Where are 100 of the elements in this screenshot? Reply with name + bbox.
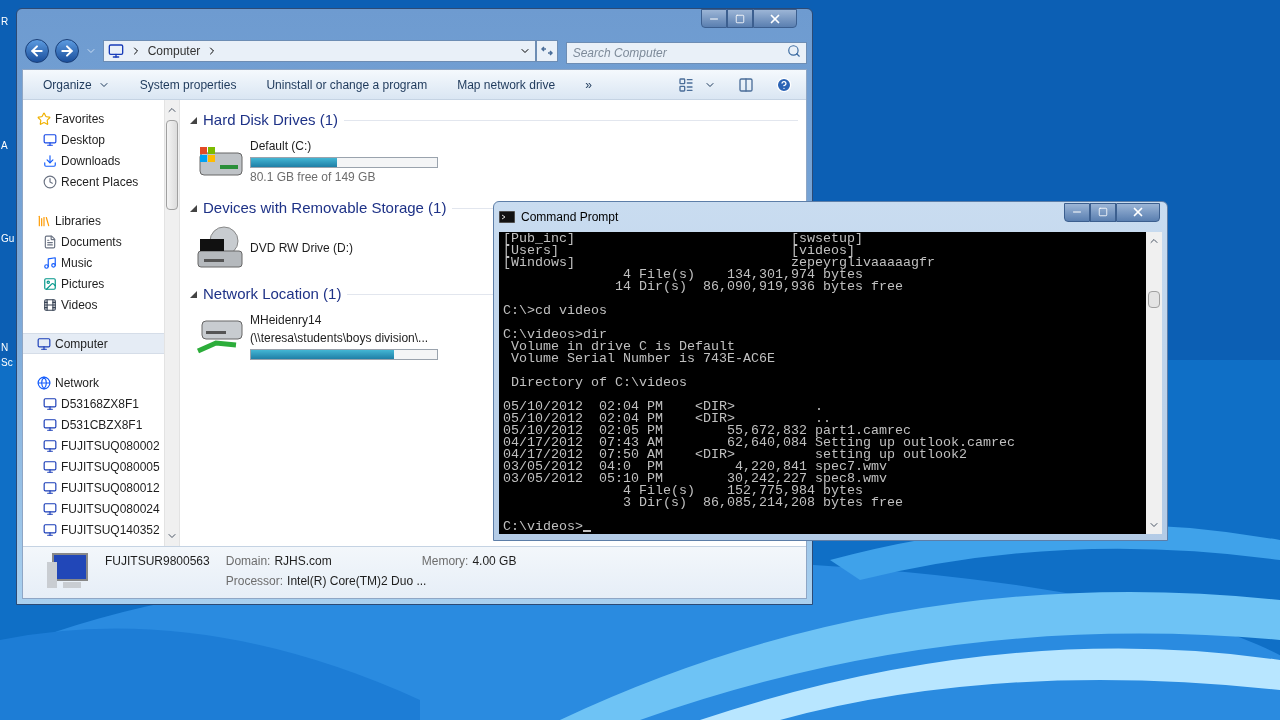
scroll-thumb[interactable]: [166, 120, 178, 210]
computer-icon: [43, 522, 57, 537]
minimize-button[interactable]: [701, 9, 727, 28]
console-icon: [499, 211, 515, 223]
search-icon: [787, 44, 801, 58]
console-line: [Pub_inc] [swsetup]: [503, 233, 863, 245]
back-button[interactable]: [25, 39, 49, 63]
nav-item[interactable]: Network: [23, 372, 164, 393]
drive-name[interactable]: Default (C:): [250, 136, 438, 155]
console-line: C:\videos>dir: [503, 329, 607, 341]
desktop-icon-label: Gu: [1, 233, 15, 245]
console-line: 03/05/2012 05:10 PM 30,242,227 spec8.wmv: [503, 473, 887, 485]
console-line: 05/10/2012 02:04 PM <DIR> ..: [503, 413, 831, 425]
console-line: 4 File(s) 152,775,984 bytes: [621, 485, 863, 497]
nav-item[interactable]: Documents: [23, 231, 164, 252]
console-line: 04/17/2012 07:50 AM <DIR> setting up outlook2: [503, 449, 967, 461]
group-heading: Network Location (1): [203, 283, 342, 304]
search-field[interactable]: Search Computer: [565, 42, 807, 64]
nav-item[interactable]: FUJITSUQ080024: [23, 498, 164, 519]
nav-item[interactable]: Downloads: [23, 150, 164, 171]
toolbar-button[interactable]: »: [583, 72, 594, 97]
refresh-button[interactable]: [535, 40, 558, 62]
toolbar-button[interactable]: Map network drive: [455, 72, 558, 97]
text-cursor: [583, 530, 591, 532]
field-value: Intel(R) Core(TM)2 Duo ...: [287, 573, 427, 590]
music-note-icon: [43, 255, 57, 270]
nav-item[interactable]: FUJITSUQ140352: [23, 519, 164, 540]
drive-name[interactable]: MHeidenry14: [250, 310, 438, 329]
nav-item[interactable]: Pictures: [23, 273, 164, 294]
nav-item[interactable]: FUJITSUQ080002: [23, 435, 164, 456]
console-line: 3 Dir(s) 86,085,214,208 bytes free: [621, 497, 903, 509]
breadcrumb-item[interactable]: Computer: [147, 42, 201, 60]
nav-item[interactable]: Recent Places: [23, 171, 164, 192]
computer-icon: [43, 396, 57, 411]
computer-name: FUJITSUR9800563: [105, 553, 210, 570]
field-value: 4.00 GB: [472, 553, 517, 570]
computer-icon: [43, 501, 57, 516]
nav-item[interactable]: D531CBZX8F1: [23, 414, 164, 435]
dvd-drive-icon: [196, 225, 244, 271]
collapse-triangle-icon[interactable]: [190, 116, 197, 124]
console-line: Directory of C:\videos: [510, 377, 687, 389]
drive-path: (\\teresa\students\boys division\...: [250, 329, 430, 347]
window-title: Command Prompt: [521, 209, 619, 226]
field-label: Domain:: [225, 553, 271, 570]
scroll-thumb[interactable]: [1148, 291, 1160, 308]
computer-icon: [37, 336, 51, 351]
star-icon: [37, 111, 51, 126]
forward-arrow-icon: [58, 43, 75, 59]
nav-item[interactable]: Computer: [23, 333, 164, 354]
console-line: 05/10/2012 02:05 PM 55,672,832 part1.camrec: [503, 425, 911, 437]
view-icon[interactable]: [678, 76, 694, 93]
toolbar-button[interactable]: System properties: [137, 72, 239, 97]
desktop-icon: [43, 132, 57, 147]
nav-item[interactable]: Libraries: [23, 210, 164, 231]
console-line: 4 File(s) 134,301,974 bytes: [622, 269, 863, 281]
nav-item[interactable]: Favorites: [23, 108, 164, 129]
forward-button[interactable]: [54, 39, 79, 63]
desktop-icon-label: Sc: [1, 357, 13, 369]
collapse-triangle-icon[interactable]: [190, 290, 197, 298]
picture-icon: [43, 276, 57, 291]
help-icon[interactable]: [776, 76, 792, 93]
nav-item[interactable]: Videos: [23, 294, 164, 315]
scrollbar[interactable]: [1146, 232, 1162, 534]
console-line: [Windows] zepeyrglivaaaaagfr: [503, 257, 935, 269]
nav-item[interactable]: Desktop: [23, 129, 164, 150]
document-icon: [43, 234, 57, 249]
globe-icon: [37, 375, 51, 390]
nav-item[interactable]: D53168ZX8F1: [23, 393, 164, 414]
maximize-button[interactable]: [1090, 202, 1116, 222]
drive-name[interactable]: DVD RW Drive (D:): [250, 239, 354, 257]
maximize-icon: [735, 13, 745, 24]
group-heading: Hard Disk Drives (1): [203, 109, 338, 130]
close-button[interactable]: [1116, 202, 1160, 222]
nav-item[interactable]: FUJITSUQ080012: [23, 477, 164, 498]
free-space-text: 80.1 GB free of 149 GB: [250, 168, 377, 186]
library-icon: [37, 213, 51, 228]
minimize-button[interactable]: [1064, 202, 1090, 222]
nav-item[interactable]: FUJITSUQ080005: [23, 456, 164, 477]
close-icon: [1131, 205, 1145, 219]
console-line: C:\>cd videos: [503, 305, 607, 317]
console-line: 03/05/2012 04:0 PM 4,220,841 spec7.wmv: [503, 461, 887, 473]
nav-item[interactable]: Music: [23, 252, 164, 273]
field-label: Memory:: [421, 553, 469, 570]
field-value: RJHS.com: [274, 553, 332, 570]
console-line: [Users] [videos]: [503, 245, 855, 257]
film-icon: [43, 297, 57, 312]
toolbar-button[interactable]: Uninstall or change a program: [264, 72, 430, 97]
console-line: Volume Serial Number is 743E-AC6E: [510, 353, 775, 365]
preview-pane-icon[interactable]: [738, 76, 754, 93]
download-icon: [43, 153, 57, 168]
scrollbar[interactable]: [164, 100, 180, 546]
collapse-triangle-icon[interactable]: [190, 204, 197, 212]
console-line: 04/17/2012 07:43 AM 62,640,084 Setting up outlook.camrec: [503, 437, 1015, 449]
address-bar[interactable]: Computer: [102, 40, 536, 62]
desktop-icon-label: R: [1, 16, 9, 28]
computer-icon: [43, 417, 57, 432]
close-button[interactable]: [753, 9, 797, 28]
maximize-button[interactable]: [727, 9, 753, 28]
toolbar-button[interactable]: Organize: [41, 72, 112, 97]
console-line: 05/10/2012 02:04 PM <DIR> .: [503, 401, 823, 413]
